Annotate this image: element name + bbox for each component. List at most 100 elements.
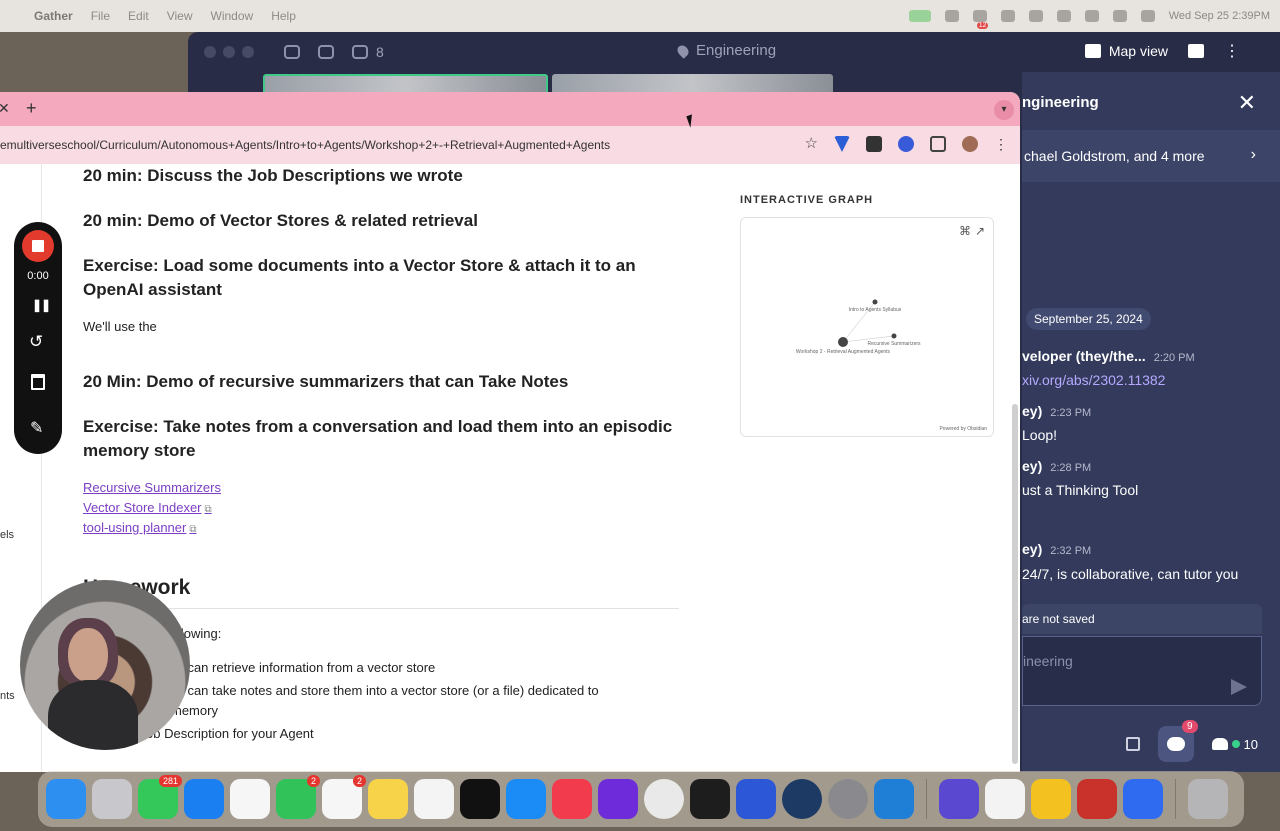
pause-icon[interactable]: ❚❚ bbox=[32, 298, 51, 312]
sidebar-fragment[interactable]: nts bbox=[0, 690, 15, 702]
reminders-icon[interactable]: 2 bbox=[322, 775, 366, 819]
notification-icon[interactable]: 12 bbox=[972, 10, 989, 29]
system-settings-icon[interactable] bbox=[828, 779, 868, 819]
message-author[interactable]: ey) bbox=[1022, 458, 1042, 474]
chat-app-icon[interactable] bbox=[1123, 779, 1163, 819]
menu-app-name[interactable]: Gather bbox=[34, 9, 73, 23]
notes-icon[interactable] bbox=[368, 779, 408, 819]
lock-icon[interactable] bbox=[318, 45, 334, 59]
send-icon[interactable] bbox=[1231, 679, 1247, 695]
link-tool-using-planner-row[interactable]: tool-using planner ⧉ bbox=[83, 520, 197, 535]
network-app-icon[interactable] bbox=[736, 779, 776, 819]
extension-tab-icon[interactable] bbox=[866, 136, 882, 152]
close-chat-icon[interactable]: ✕ bbox=[1238, 90, 1256, 116]
control-center-icon[interactable] bbox=[1140, 10, 1155, 22]
openai-status-icon[interactable] bbox=[1028, 10, 1043, 22]
tab-bar: ✕ + ▾ bbox=[0, 92, 1020, 126]
safari-icon[interactable] bbox=[184, 779, 224, 819]
brightness-icon[interactable] bbox=[944, 10, 959, 22]
message-link[interactable]: xiv.org/abs/2302.11382 bbox=[1022, 372, 1165, 388]
bookmark-star-icon[interactable]: ☆ bbox=[805, 136, 818, 152]
trash-icon[interactable] bbox=[31, 374, 45, 390]
link-recursive-summarizers[interactable]: Recursive Summarizers bbox=[83, 480, 221, 495]
menu-view[interactable]: View bbox=[167, 9, 193, 23]
pen-icon[interactable]: ✎ bbox=[30, 418, 43, 438]
graph-node[interactable] bbox=[891, 333, 897, 339]
wifi-icon[interactable] bbox=[1084, 10, 1099, 22]
graph-node[interactable] bbox=[872, 299, 878, 305]
more-options-icon[interactable]: ⋮ bbox=[1224, 41, 1240, 61]
interactive-graph[interactable]: ⌘ ↗ Intro to Agents Syllabus Recursive S… bbox=[740, 217, 994, 437]
extension-circle-icon[interactable] bbox=[898, 136, 914, 152]
apple-tv-icon[interactable] bbox=[460, 779, 500, 819]
participants-icon[interactable] bbox=[352, 45, 368, 59]
desk-icon[interactable] bbox=[1188, 44, 1204, 58]
facetime-icon[interactable]: 2 bbox=[276, 775, 320, 819]
webcam-bubble[interactable] bbox=[20, 580, 190, 750]
chat-status-icon[interactable] bbox=[1000, 10, 1015, 22]
finder-icon[interactable] bbox=[46, 779, 86, 819]
chrome-icon[interactable] bbox=[644, 779, 684, 819]
external-link-icon: ⧉ bbox=[189, 524, 197, 535]
camera-status-icon[interactable] bbox=[908, 10, 931, 22]
location-pin-icon bbox=[675, 42, 691, 59]
messages-icon[interactable]: 281 bbox=[138, 775, 182, 819]
bitwarden-icon[interactable] bbox=[1031, 779, 1071, 819]
map-view-button[interactable]: Map view bbox=[1084, 43, 1168, 59]
menu-file[interactable]: File bbox=[91, 9, 110, 23]
vscode-icon[interactable] bbox=[874, 779, 914, 819]
app-store-icon[interactable] bbox=[506, 779, 546, 819]
steam-icon[interactable] bbox=[782, 779, 822, 819]
freeform-icon[interactable] bbox=[414, 779, 454, 819]
link-tool-using-planner[interactable]: tool-using planner bbox=[83, 520, 186, 535]
sidebar-fragment[interactable]: els bbox=[0, 529, 14, 541]
battery-icon[interactable] bbox=[1056, 10, 1071, 22]
profile-avatar[interactable] bbox=[962, 136, 978, 152]
link-vector-store-indexer[interactable]: Vector Store Indexer bbox=[83, 500, 202, 515]
message-author[interactable]: veloper (they/the... bbox=[1022, 348, 1146, 364]
webcam-face bbox=[68, 628, 108, 682]
menu-help[interactable]: Help bbox=[271, 9, 296, 23]
chatgpt-icon[interactable] bbox=[985, 779, 1025, 819]
stop-recording-button[interactable] bbox=[22, 230, 54, 262]
stack-app-icon[interactable] bbox=[1077, 779, 1117, 819]
link-icon[interactable] bbox=[284, 45, 300, 59]
menu-clock[interactable]: Wed Sep 25 2:39PM bbox=[1169, 10, 1270, 22]
close-tab-icon[interactable]: ✕ bbox=[0, 100, 10, 117]
window-controls bbox=[204, 46, 254, 58]
terminal-icon[interactable] bbox=[690, 779, 730, 819]
new-tab-button[interactable]: + bbox=[26, 98, 37, 119]
chat-members-row[interactable]: chael Goldstrom, and 4 more › bbox=[1022, 130, 1280, 182]
graph-node-current[interactable] bbox=[838, 337, 848, 347]
calendar-icon[interactable] bbox=[1125, 737, 1140, 751]
tab-search-chevron-icon[interactable]: ▾ bbox=[994, 100, 1014, 120]
trash-bin-icon[interactable] bbox=[1188, 779, 1228, 819]
homework-item: ob Description for your Agent bbox=[146, 726, 314, 741]
close-window-button[interactable] bbox=[204, 46, 216, 58]
news-icon[interactable] bbox=[552, 779, 592, 819]
app-launcher-icon[interactable] bbox=[939, 779, 979, 819]
menu-bar: Gather File Edit View Window Help 12 Wed… bbox=[0, 0, 1280, 32]
people-button[interactable]: 10 bbox=[1211, 737, 1258, 752]
menu-window[interactable]: Window bbox=[211, 9, 254, 23]
page-scrollbar[interactable] bbox=[1012, 404, 1018, 764]
chat-toggle-button[interactable]: 9 bbox=[1157, 720, 1198, 762]
message-author[interactable]: ey) bbox=[1022, 541, 1042, 557]
chat-input[interactable]: ineering bbox=[1022, 636, 1262, 706]
graph-node-label: Recursive Summarizers bbox=[867, 341, 921, 347]
obsidian-icon[interactable] bbox=[598, 779, 638, 819]
browser-menu-icon[interactable]: ⋮ bbox=[994, 136, 1008, 152]
url-field[interactable]: emultiverseschool/Curriculum/Autonomous+… bbox=[0, 138, 610, 152]
message-text: 24/7, is collaborative, can tutor you bbox=[1022, 566, 1239, 582]
search-icon[interactable] bbox=[1112, 10, 1127, 22]
extensions-puzzle-icon[interactable] bbox=[930, 136, 946, 152]
restart-icon[interactable]: ↺ bbox=[29, 332, 43, 352]
photos-icon[interactable] bbox=[230, 779, 270, 819]
message-author[interactable]: ey) bbox=[1022, 403, 1042, 419]
minimize-window-button[interactable] bbox=[223, 46, 235, 58]
zoom-window-button[interactable] bbox=[242, 46, 254, 58]
menu-edit[interactable]: Edit bbox=[128, 9, 149, 23]
extension-v-icon[interactable] bbox=[834, 136, 850, 152]
launchpad-icon[interactable] bbox=[92, 779, 132, 819]
link-vector-store-indexer-row[interactable]: Vector Store Indexer ⧉ bbox=[83, 500, 212, 515]
